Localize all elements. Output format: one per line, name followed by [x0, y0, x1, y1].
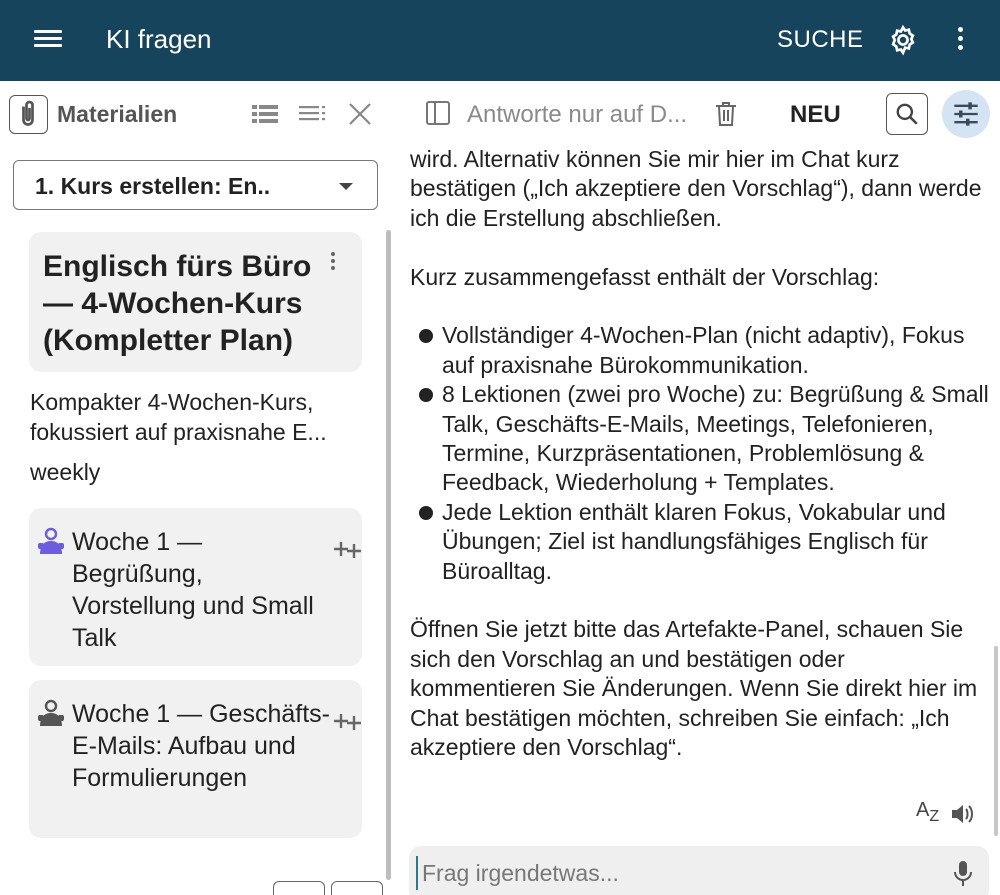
add-lesson-icon[interactable]: [333, 710, 363, 732]
attach-button[interactable]: [9, 95, 48, 134]
chat-input[interactable]: [416, 856, 916, 890]
new-chat-button[interactable]: NEU: [790, 101, 841, 129]
tune-icon: [954, 102, 978, 126]
chat-toolbar: Antworte nur auf D... NEU: [392, 81, 1000, 147]
lesson-item[interactable]: Woche 1 — Geschäfts-E-Mails: Aufbau und …: [29, 680, 362, 838]
page-title: KI fragen: [106, 24, 212, 54]
microphone-icon[interactable]: [953, 860, 973, 888]
gear-icon[interactable]: [887, 24, 919, 56]
more-vert-icon[interactable]: [950, 24, 970, 58]
message-paragraph: Öffnen Sie jetzt bitte das Artefakte-Pan…: [410, 616, 978, 761]
chat-input-box: [409, 846, 989, 895]
chat-scrollbar[interactable]: [994, 646, 998, 836]
paperclip-icon: [22, 100, 34, 126]
teacher-avatar-icon: [38, 527, 64, 554]
course-select[interactable]: 1. Kurs erstellen: En..: [13, 160, 378, 210]
course-description: Kompakter 4-Wochen-Kurs, fokussiert auf …: [30, 389, 327, 445]
assistant-message: wird. Alternativ können Sie mir hier im …: [410, 145, 995, 762]
side-panel-icon[interactable]: [426, 101, 450, 125]
materials-panel: Materialien 1. Kurs erstellen: En.. Engl…: [0, 81, 392, 895]
message-paragraph: Kurz zusammengefasst enthält der Vorschl…: [410, 263, 880, 290]
speaker-icon[interactable]: [950, 803, 974, 825]
menu-icon[interactable]: [34, 26, 62, 54]
lesson-title: Woche 1 — Begrüßung, Vorstellung und Sma…: [72, 528, 314, 652]
trash-icon[interactable]: [714, 100, 738, 128]
app-bar: KI fragen SUCHE: [0, 0, 1000, 81]
proposal-list: Vollständiger 4-Wochen-Plan (nicht adapt…: [410, 321, 995, 586]
compact-list-icon[interactable]: [299, 103, 327, 125]
materials-title: Materialien: [57, 101, 178, 127]
course-select-value: 1. Kurs erstellen: En..: [35, 173, 271, 199]
add-lesson-icon[interactable]: [333, 538, 363, 560]
context-filter[interactable]: Antworte nur auf D...: [467, 101, 687, 129]
more-vert-icon[interactable]: [328, 250, 338, 274]
lesson-title: Woche 1 — Geschäfts-E-Mails: Aufbau und …: [72, 700, 330, 792]
search-icon: [896, 103, 918, 125]
close-icon[interactable]: [347, 101, 373, 127]
search-button[interactable]: SUCHE: [777, 26, 864, 54]
settings-tune-button[interactable]: [942, 90, 990, 138]
course-title: Englisch fürs Büro — 4-Wochen-Kurs (Komp…: [43, 250, 312, 357]
list-item: Jede Lektion enthält klaren Fokus, Vokab…: [410, 498, 995, 586]
list-item: 8 Lektionen (zwei pro Woche) zu: Begrüßu…: [410, 380, 995, 498]
lesson-item[interactable]: Woche 1 — Begrüßung, Vorstellung und Sma…: [29, 508, 362, 666]
search-chat-button[interactable]: [886, 93, 928, 135]
chat-panel: Antworte nur auf D... NEU wird. Alternat…: [392, 81, 1000, 895]
message-paragraph: wird. Alternativ können Sie mir hier im …: [410, 146, 982, 231]
panel-button[interactable]: [331, 881, 383, 895]
course-frequency: weekly: [30, 459, 101, 485]
course-card[interactable]: Englisch fürs Büro — 4-Wochen-Kurs (Komp…: [29, 232, 362, 372]
teacher-avatar-icon: [38, 699, 64, 726]
materials-scrollbar[interactable]: [386, 230, 391, 880]
list-view-icon[interactable]: [252, 103, 278, 125]
back-button[interactable]: [273, 881, 325, 895]
translate-icon[interactable]: AZ: [916, 799, 939, 826]
materials-header: Materialien: [0, 81, 392, 147]
list-item: Vollständiger 4-Wochen-Plan (nicht adapt…: [410, 321, 995, 380]
chevron-down-icon: [339, 183, 353, 190]
